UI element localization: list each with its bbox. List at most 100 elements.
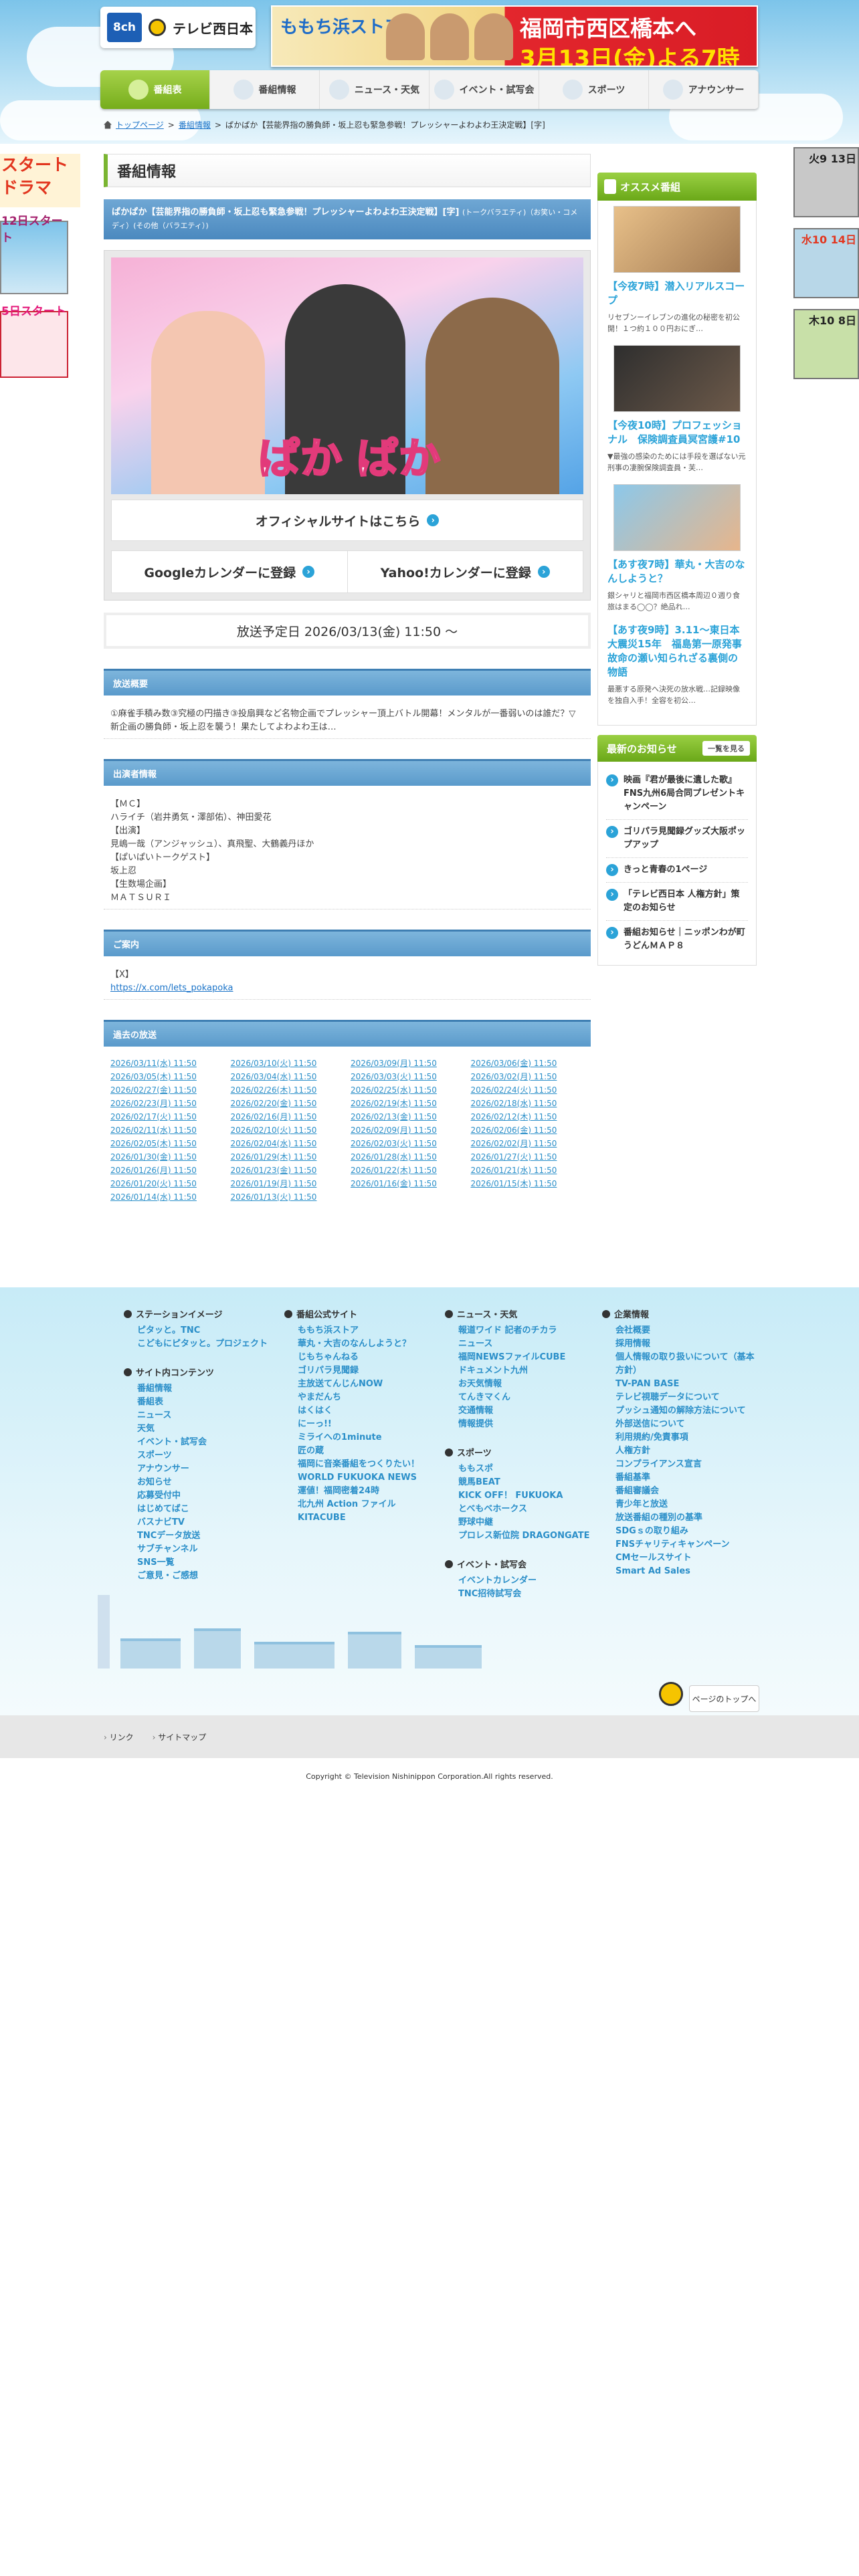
recommended-item[interactable]: 【あす夜7時】華丸・大吉のなんしようと？ 銀シャリと福岡市西区橋本周辺０週り食旅… bbox=[607, 484, 747, 613]
footer-link[interactable]: 北九州 Action ファイル KITACUBE bbox=[284, 1498, 438, 1525]
footer-link[interactable]: バスナビTV bbox=[124, 1516, 278, 1529]
footer-link[interactable]: 放送番組の種別の基準 bbox=[602, 1511, 756, 1525]
past-broadcast-link[interactable]: 2026/03/04(水) 11:50 bbox=[231, 1071, 345, 1083]
news-item[interactable]: › 映画『君が最後に遺した歌』FNS九州6局合同プレゼントキャンペーン bbox=[606, 768, 748, 820]
past-broadcast-link[interactable]: 2026/02/12(木) 11:50 bbox=[471, 1111, 585, 1123]
past-broadcast-link[interactable]: 2026/02/09(月) 11:50 bbox=[351, 1124, 464, 1136]
past-broadcast-link[interactable]: 2026/02/25(水) 11:50 bbox=[351, 1084, 464, 1096]
footer-link[interactable]: ゴリパラ見聞録 bbox=[284, 1364, 438, 1378]
past-broadcast-link[interactable]: 2026/02/16(月) 11:50 bbox=[231, 1111, 345, 1123]
news-item[interactable]: › 番組お知らせ｜ニッポンわが町うどんＭＡＰ８ bbox=[606, 921, 748, 958]
footer-link-links[interactable]: リンク bbox=[104, 1731, 134, 1743]
footer-link[interactable]: 青少年と放送 bbox=[602, 1498, 756, 1511]
footer-link[interactable]: とべもベホークス bbox=[445, 1503, 599, 1516]
recommended-item[interactable]: 【あす夜9時】3.11〜東日本大震災15年 福島第一原発事故命の瀬い知られざる裏… bbox=[607, 623, 747, 706]
footer-link[interactable]: プロレス新位院 DRAGONGATE bbox=[445, 1529, 599, 1543]
footer-link[interactable]: てんきマくん bbox=[445, 1391, 599, 1404]
footer-link[interactable]: TV-PAN BASE bbox=[602, 1378, 756, 1391]
past-broadcast-link[interactable]: 2026/03/11(水) 11:50 bbox=[110, 1057, 224, 1069]
past-broadcast-link[interactable]: 2026/02/20(金) 11:50 bbox=[231, 1097, 345, 1109]
recommended-item[interactable]: 【今夜10時】プロフェッショナル 保険調査員冥宮護#10 ▼最強の感染のためには… bbox=[607, 345, 747, 473]
past-broadcast-link[interactable]: 2026/01/15(木) 11:50 bbox=[471, 1178, 585, 1190]
footer-link[interactable]: KICK OFF！ FUKUOKA bbox=[445, 1489, 599, 1503]
footer-link[interactable]: Smart Ad Sales bbox=[602, 1565, 756, 1578]
footer-link[interactable]: WORLD FUKUOKA NEWS bbox=[284, 1471, 438, 1485]
footer-link[interactable]: イベントカレンダー bbox=[445, 1574, 599, 1588]
past-broadcast-link[interactable]: 2026/03/10(火) 11:50 bbox=[231, 1057, 345, 1069]
footer-link[interactable]: 番組表 bbox=[124, 1396, 278, 1409]
footer-link[interactable]: じもちゃんねる bbox=[284, 1351, 438, 1364]
recommended-item[interactable]: 【今夜7時】潜入リアルスコープ リセブンーイレブンの進化の秘密を初公開！１つ約１… bbox=[607, 206, 747, 334]
news-more-button[interactable]: 一覧を見る bbox=[702, 741, 750, 756]
top-banner-ad[interactable]: ももち浜ストア 福岡市西区橋本へ 3月13日(金)よる7時 bbox=[271, 5, 758, 67]
footer-link[interactable]: 匠の蔵 bbox=[284, 1444, 438, 1458]
left-promo-2[interactable]: 5日スタート bbox=[0, 305, 68, 378]
footer-link[interactable]: ミライへの1minute bbox=[284, 1431, 438, 1444]
right-promo-1[interactable]: 火9 13日 bbox=[793, 147, 859, 217]
footer-link[interactable]: テレビ視聴データについて bbox=[602, 1391, 756, 1404]
footer-link[interactable]: 番組審議会 bbox=[602, 1485, 756, 1498]
footer-link[interactable]: ピタッと。TNC bbox=[124, 1324, 278, 1337]
footer-link[interactable]: 情報提供 bbox=[445, 1418, 599, 1431]
footer-link-sitemap[interactable]: サイトマップ bbox=[153, 1731, 206, 1743]
footer-link[interactable]: 競馬BEAT bbox=[445, 1476, 599, 1489]
past-broadcast-link[interactable]: 2026/02/19(木) 11:50 bbox=[351, 1097, 464, 1109]
footer-link[interactable]: 報道ワイド 記者のチカラ bbox=[445, 1324, 599, 1337]
footer-link[interactable]: イベント・試写会 bbox=[124, 1436, 278, 1449]
news-item[interactable]: › ゴリパラ見聞録グッズ大阪ポップアップ bbox=[606, 820, 748, 858]
past-broadcast-link[interactable]: 2026/02/11(水) 11:50 bbox=[110, 1124, 224, 1136]
past-broadcast-link[interactable]: 2026/01/22(木) 11:50 bbox=[351, 1164, 464, 1176]
past-broadcast-link[interactable]: 2026/01/30(金) 11:50 bbox=[110, 1151, 224, 1163]
past-broadcast-link[interactable]: 2026/03/09(月) 11:50 bbox=[351, 1057, 464, 1069]
news-item[interactable]: › 「テレビ西日本 人権方針」策定のお知らせ bbox=[606, 883, 748, 921]
past-broadcast-link[interactable]: 2026/01/21(水) 11:50 bbox=[471, 1164, 585, 1176]
past-broadcast-link[interactable]: 2026/02/23(月) 11:50 bbox=[110, 1097, 224, 1109]
breadcrumb-section[interactable]: 番組情報 bbox=[179, 119, 211, 130]
past-broadcast-link[interactable]: 2026/03/02(月) 11:50 bbox=[471, 1071, 585, 1083]
right-promo-2[interactable]: 水10 14日 bbox=[793, 228, 859, 298]
nav-news-weather[interactable]: ニュース・天気 bbox=[320, 70, 430, 109]
nav-sports[interactable]: スポーツ bbox=[539, 70, 649, 109]
past-broadcast-link[interactable]: 2026/02/06(金) 11:50 bbox=[471, 1124, 585, 1136]
footer-link[interactable]: やまだんち bbox=[284, 1391, 438, 1404]
past-broadcast-link[interactable]: 2026/02/27(金) 11:50 bbox=[110, 1084, 224, 1096]
footer-link[interactable]: お天気情報 bbox=[445, 1378, 599, 1391]
nav-events[interactable]: イベント・試写会 bbox=[430, 70, 539, 109]
footer-link[interactable]: 応募受付中 bbox=[124, 1489, 278, 1503]
left-drama-promo[interactable]: スタート ドラマ 12日スタート 5日スタート bbox=[0, 154, 80, 385]
footer-link[interactable]: ニュース bbox=[445, 1337, 599, 1351]
footer-link[interactable]: 採用情報 bbox=[602, 1337, 756, 1351]
past-broadcast-link[interactable]: 2026/02/17(火) 11:50 bbox=[110, 1111, 224, 1123]
footer-link[interactable]: スポーツ bbox=[124, 1449, 278, 1463]
past-broadcast-link[interactable]: 2026/01/27(火) 11:50 bbox=[471, 1151, 585, 1163]
past-broadcast-link[interactable]: 2026/01/23(金) 11:50 bbox=[231, 1164, 345, 1176]
station-logo[interactable]: 8ch テレビ西日本 bbox=[100, 7, 256, 48]
footer-link[interactable]: 福岡に音楽番組をつくりたい！ bbox=[284, 1458, 438, 1471]
nav-program-guide[interactable]: 番組表 bbox=[100, 70, 210, 109]
past-broadcast-link[interactable]: 2026/02/10(火) 11:50 bbox=[231, 1124, 345, 1136]
official-site-button[interactable]: オフィシャルサイトはこちら › bbox=[111, 500, 583, 541]
footer-link[interactable]: SNS一覧 bbox=[124, 1556, 278, 1570]
past-broadcast-link[interactable]: 2026/03/06(金) 11:50 bbox=[471, 1057, 585, 1069]
footer-link[interactable]: 番組情報 bbox=[124, 1382, 278, 1396]
footer-link[interactable]: アナウンサー bbox=[124, 1463, 278, 1476]
past-broadcast-link[interactable]: 2026/02/24(火) 11:50 bbox=[471, 1084, 585, 1096]
footer-link[interactable]: サブチャンネル bbox=[124, 1543, 278, 1556]
footer-link[interactable]: こどもにピタッと。プロジェクト bbox=[124, 1337, 278, 1351]
footer-link[interactable]: にーっ!! bbox=[284, 1418, 438, 1431]
footer-link[interactable]: ももち浜ストア bbox=[284, 1324, 438, 1337]
footer-link[interactable]: ももスポ bbox=[445, 1463, 599, 1476]
past-broadcast-link[interactable]: 2026/01/19(月) 11:50 bbox=[231, 1178, 345, 1190]
back-to-top-button[interactable]: ページのトップへ bbox=[689, 1685, 759, 1712]
past-broadcast-link[interactable]: 2026/01/28(水) 11:50 bbox=[351, 1151, 464, 1163]
footer-link[interactable]: SDGｓの取り組み bbox=[602, 1525, 756, 1538]
footer-link[interactable]: TNCデータ放送 bbox=[124, 1529, 278, 1543]
past-broadcast-link[interactable]: 2026/01/13(火) 11:50 bbox=[231, 1191, 345, 1203]
news-item[interactable]: › きっと青春の1ページ bbox=[606, 858, 748, 883]
right-promo-3[interactable]: 木10 8日 bbox=[793, 309, 859, 379]
x-account-link[interactable]: https://x.com/lets_pokapoka bbox=[110, 983, 233, 993]
footer-link[interactable]: 交通情報 bbox=[445, 1404, 599, 1418]
footer-link[interactable]: はじめてばこ bbox=[124, 1503, 278, 1516]
past-broadcast-link[interactable]: 2026/02/03(火) 11:50 bbox=[351, 1138, 464, 1150]
footer-link[interactable]: 運値！福岡密着24時 bbox=[284, 1485, 438, 1498]
